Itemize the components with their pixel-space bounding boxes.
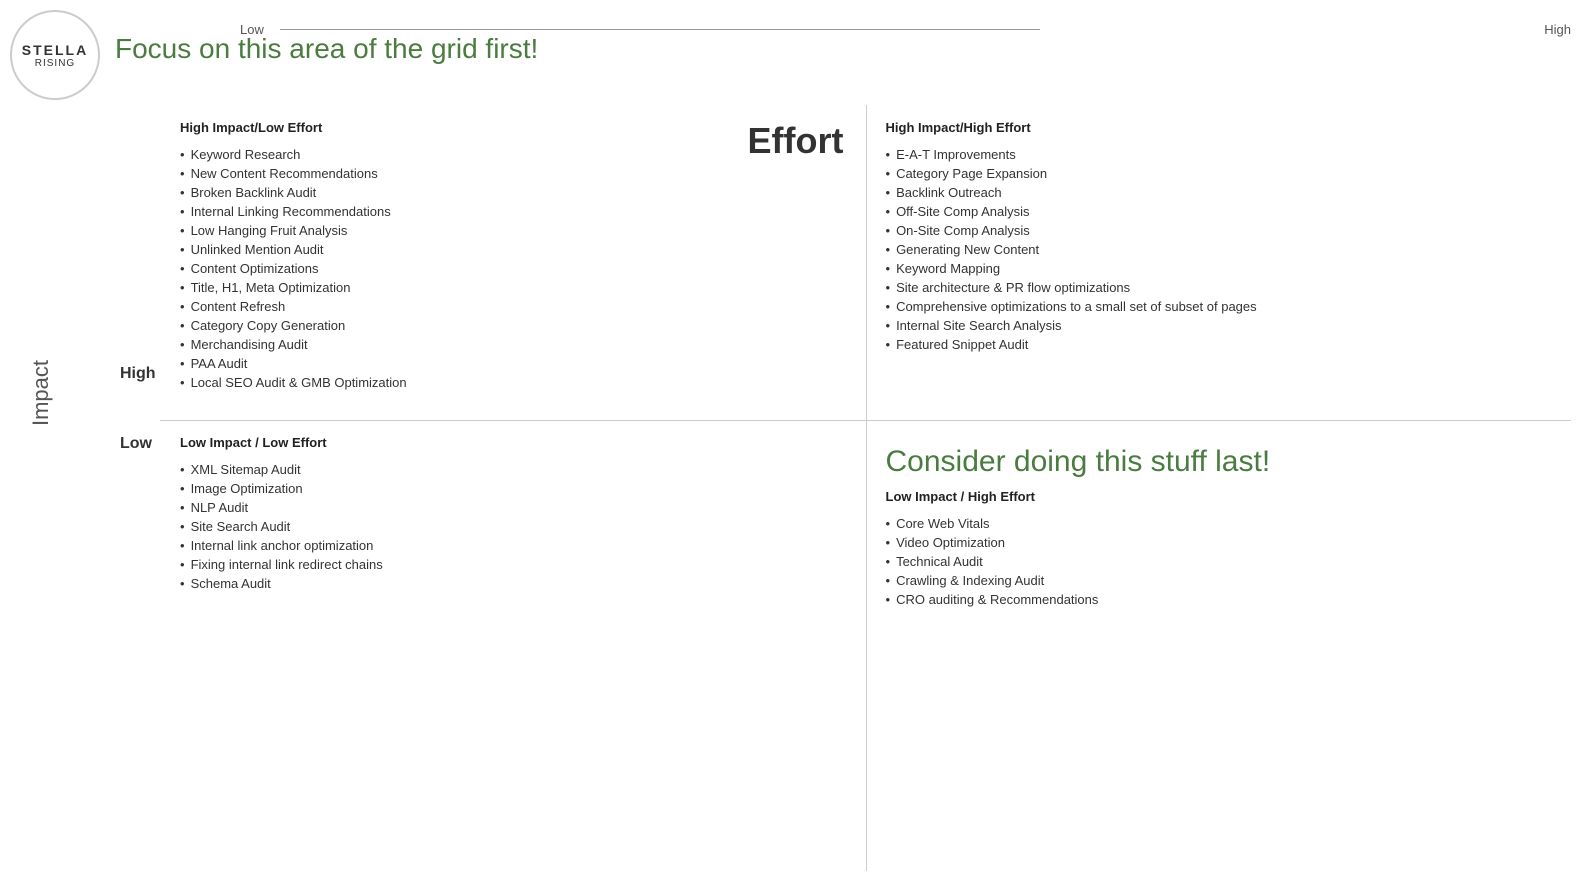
list-item: Technical Audit [886,552,1552,571]
list-item: Internal Site Search Analysis [886,316,1552,335]
list-item: Broken Backlink Audit [180,183,846,202]
list-item: Off-Site Comp Analysis [886,202,1552,221]
logo-stella: STELLA [22,42,88,58]
quadrant-bottom-left-header: Low Impact / Low Effort [180,435,846,450]
list-item: Fixing internal link redirect chains [180,555,846,574]
list-item: Category Page Expansion [886,164,1552,183]
list-item: Site Search Audit [180,517,846,536]
list-item: Crawling & Indexing Audit [886,571,1552,590]
list-item: Title, H1, Meta Optimization [180,278,846,297]
list-item: NLP Audit [180,498,846,517]
impact-label: Impact [28,360,54,426]
quadrant-bottom-left-list: XML Sitemap Audit Image Optimization NLP… [180,460,846,593]
list-item: Internal Linking Recommendations [180,202,846,221]
quadrant-top-right-header: High Impact/High Effort [886,120,1552,135]
list-item: New Content Recommendations [180,164,846,183]
list-item: Content Refresh [180,297,846,316]
list-item: Video Optimization [886,533,1552,552]
impact-high-label: High [120,365,156,383]
list-item: Unlinked Mention Audit [180,240,846,259]
list-item: Merchandising Audit [180,335,846,354]
list-item: Featured Snippet Audit [886,335,1552,354]
list-item: On-Site Comp Analysis [886,221,1552,240]
quadrant-top-left-list: Keyword Research New Content Recommendat… [180,145,846,392]
list-item: Core Web Vitals [886,514,1552,533]
main-title: Focus on this area of the grid first! [115,33,538,65]
list-item: PAA Audit [180,354,846,373]
quadrant-bottom-right: Consider doing this stuff last! Low Impa… [866,420,1572,871]
list-item: XML Sitemap Audit [180,460,846,479]
list-item: Internal link anchor optimization [180,536,846,555]
header-area: Focus on this area of the grid first! [115,15,538,65]
list-item: Content Optimizations [180,259,846,278]
impact-low-label: Low [120,435,152,453]
list-item: Local SEO Audit & GMB Optimization [180,373,846,392]
quadrant-top-left: High Impact/Low Effort Keyword Research … [160,105,866,471]
list-item: CRO auditing & Recommendations [886,590,1552,609]
list-item: Comprehensive optimizations to a small s… [886,297,1552,316]
quadrant-bottom-right-list: Core Web Vitals Video Optimization Techn… [886,514,1552,609]
consider-title: Consider doing this stuff last! [886,435,1552,479]
logo: STELLA RISING [10,10,100,100]
list-item: Schema Audit [180,574,846,593]
quadrant-bottom-right-header: Low Impact / High Effort [886,489,1552,504]
list-item: E-A-T Improvements [886,145,1552,164]
list-item: Keyword Research [180,145,846,164]
list-item: Generating New Content [886,240,1552,259]
quadrant-top-right: High Impact/High Effort E-A-T Improvemen… [866,105,1572,471]
list-item: Site architecture & PR flow optimization… [886,278,1552,297]
list-item: Backlink Outreach [886,183,1552,202]
list-item: Category Copy Generation [180,316,846,335]
list-item: Keyword Mapping [886,259,1552,278]
axis-top-high-label: High [1544,22,1571,37]
quadrant-top-right-list: E-A-T Improvements Category Page Expansi… [886,145,1552,354]
list-item: Image Optimization [180,479,846,498]
logo-rising: RISING [35,58,75,69]
quadrant-bottom-left: Low Impact / Low Effort XML Sitemap Audi… [160,420,866,871]
quadrant-top-left-header: High Impact/Low Effort [180,120,846,135]
list-item: Low Hanging Fruit Analysis [180,221,846,240]
